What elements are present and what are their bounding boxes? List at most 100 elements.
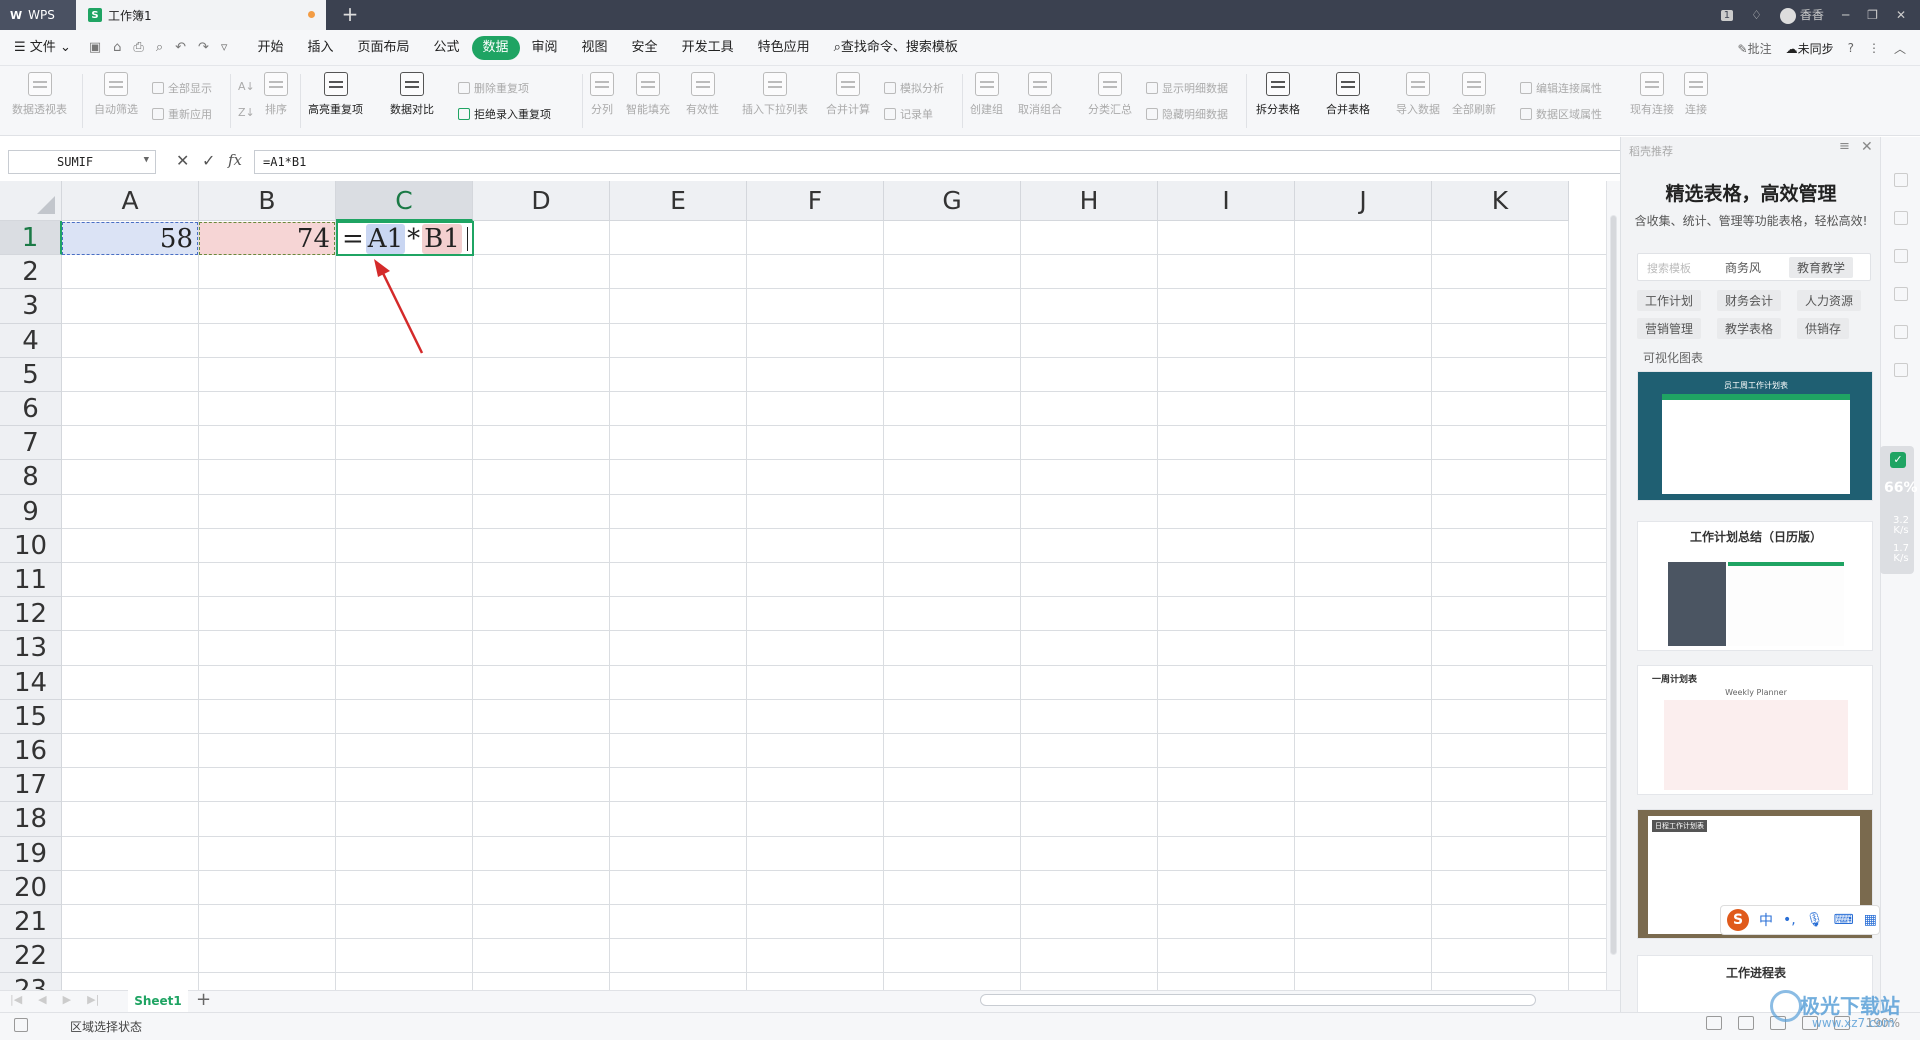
maximize-button[interactable]: ❐ [1867,8,1878,22]
column-header-e[interactable]: E [610,181,747,221]
macro-icon[interactable] [14,1018,28,1032]
edit-connection-button[interactable]: 编辑连接属性 [1520,80,1602,96]
smart-fill-button[interactable]: 智能填充 [626,72,670,117]
column-header-a[interactable]: A [62,181,199,221]
insert-dropdown-list-button[interactable]: 插入下拉列表 [742,72,808,117]
keyboard-icon[interactable]: ⌨ [1834,912,1854,928]
template-card[interactable]: 一周计划表 Weekly Planner [1637,665,1873,795]
window-count-badge[interactable]: 1 [1720,9,1734,21]
normal-view-icon[interactable] [1737,1016,1754,1030]
menu-tab-page-layout[interactable]: 页面布局 [345,36,421,60]
row-header-15[interactable]: 15 [0,699,62,734]
row-header-17[interactable]: 17 [0,768,62,803]
column-header-d[interactable]: D [473,181,610,221]
tag-business[interactable]: 商务风 [1717,257,1769,278]
side-tool-icon[interactable] [1894,325,1908,339]
skin-icon[interactable]: ♢ [1751,8,1762,22]
row-header-19[interactable]: 19 [0,836,62,871]
consolidate-button[interactable]: 合并计算 [826,72,870,117]
menu-tab-insert[interactable]: 插入 [295,36,345,60]
row-header-22[interactable]: 22 [0,939,62,974]
sync-button[interactable]: ☁未同步 [1786,40,1834,57]
menu-tab-special[interactable]: 特色应用 [746,36,822,60]
select-all-corner[interactable] [0,181,62,221]
name-box[interactable]: SUMIF ▼ [8,150,156,174]
sort-button[interactable]: 排序 [264,72,288,117]
row-header-23[interactable]: 23 [0,973,62,990]
quick-access-dropdown-icon[interactable]: ▿ [215,40,234,55]
help-button[interactable]: ? [1848,41,1854,55]
row-header-7[interactable]: 7 [0,426,62,461]
collapse-ribbon-icon[interactable]: ︿ [1894,40,1906,57]
vertical-scroll-thumb[interactable] [1610,215,1617,955]
panel-close-icon[interactable]: ✕ [1861,139,1873,155]
row-header-10[interactable]: 10 [0,528,62,563]
last-sheet-icon[interactable]: ▶| [87,993,99,1006]
redo-icon[interactable]: ↷ [192,40,215,55]
existing-connections-button[interactable]: 现有连接 [1630,72,1674,117]
row-header-3[interactable]: 3 [0,289,62,324]
data-compare-button[interactable]: 数据对比 [390,72,434,117]
more-icon[interactable]: ⋮ [1868,41,1880,55]
next-sheet-icon[interactable]: ▶ [63,993,71,1006]
sort-desc-icon[interactable]: Z↓ [238,106,255,119]
close-button[interactable]: ✕ [1896,8,1906,22]
panel-menu-icon[interactable]: ≡ [1839,139,1850,154]
minimize-button[interactable]: ─ [1842,8,1849,22]
tag-teaching[interactable]: 教学表格 [1717,318,1782,339]
insert-function-button[interactable]: fx [228,151,242,169]
visual-charts-link[interactable]: 可视化图表 [1643,349,1703,366]
subtotal-button[interactable]: 分类汇总 [1088,72,1132,117]
document-tab[interactable]: S 工作簿1 [76,0,326,30]
show-all-button[interactable]: 全部显示 [152,80,212,96]
row-header-5[interactable]: 5 [0,357,62,392]
horizontal-scrollbar[interactable] [980,994,1536,1006]
user-account[interactable]: 香香 [1779,6,1824,24]
row-header-18[interactable]: 18 [0,802,62,837]
column-header-k[interactable]: K [1432,181,1569,221]
menu-tab-data[interactable]: 数据 [471,35,520,60]
text-to-columns-button[interactable]: 分列 [590,72,614,117]
tag-finance[interactable]: 财务会计 [1717,290,1782,311]
add-sheet-button[interactable]: + [196,989,211,1010]
row-header-16[interactable]: 16 [0,734,62,769]
side-tool-icon[interactable] [1894,287,1908,301]
row-header-6[interactable]: 6 [0,392,62,427]
row-header-14[interactable]: 14 [0,665,62,700]
refresh-all-button[interactable]: 全部刷新 [1452,72,1496,117]
remove-duplicates-button[interactable]: 删除重复项 [458,80,529,96]
column-header-i[interactable]: I [1158,181,1295,221]
prev-sheet-icon[interactable]: ◀ [38,993,46,1006]
column-header-c[interactable]: C [336,181,473,221]
cell-a1[interactable]: 58 [62,222,198,255]
column-header-h[interactable]: H [1021,181,1158,221]
save-icon[interactable]: ▣ [83,40,107,55]
format-painter-icon[interactable]: ⌂ [107,40,127,55]
side-tool-icon[interactable] [1894,173,1908,187]
reapply-button[interactable]: 重新应用 [152,106,212,122]
cancel-formula-button[interactable]: ✕ [176,151,189,170]
tag-hr[interactable]: 人力资源 [1797,290,1862,311]
sort-asc-icon[interactable]: A↓ [238,80,255,93]
row-header-2[interactable]: 2 [0,255,62,290]
menu-tab-security[interactable]: 安全 [620,36,670,60]
range-properties-button[interactable]: 数据区域属性 [1520,106,1602,122]
command-search[interactable]: ⌕查找命令、搜索模板 [822,36,970,60]
show-detail-button[interactable]: 显示明细数据 [1146,80,1228,96]
cell-b1[interactable]: 74 [199,222,335,255]
vertical-scrollbar[interactable] [1606,181,1620,990]
create-group-button[interactable]: 创建组 [970,72,1003,117]
ime-punctuation[interactable]: •, [1783,912,1796,928]
validity-button[interactable]: 有效性 [686,72,719,117]
ungroup-button[interactable]: 取消组合 [1018,72,1062,117]
record-form-button[interactable]: 记录单 [884,106,933,122]
menu-tab-view[interactable]: 视图 [570,36,620,60]
import-data-button[interactable]: 导入数据 [1396,72,1440,117]
tag-supply[interactable]: 供销存 [1797,318,1850,339]
side-tool-icon[interactable] [1894,363,1908,377]
print-preview-icon[interactable]: ⌕ [150,40,169,55]
menu-tab-formulas[interactable]: 公式 [421,36,471,60]
highlight-duplicates-button[interactable]: 高亮重复项 [308,72,363,117]
menu-tab-developer[interactable]: 开发工具 [670,36,746,60]
column-header-b[interactable]: B [199,181,336,221]
